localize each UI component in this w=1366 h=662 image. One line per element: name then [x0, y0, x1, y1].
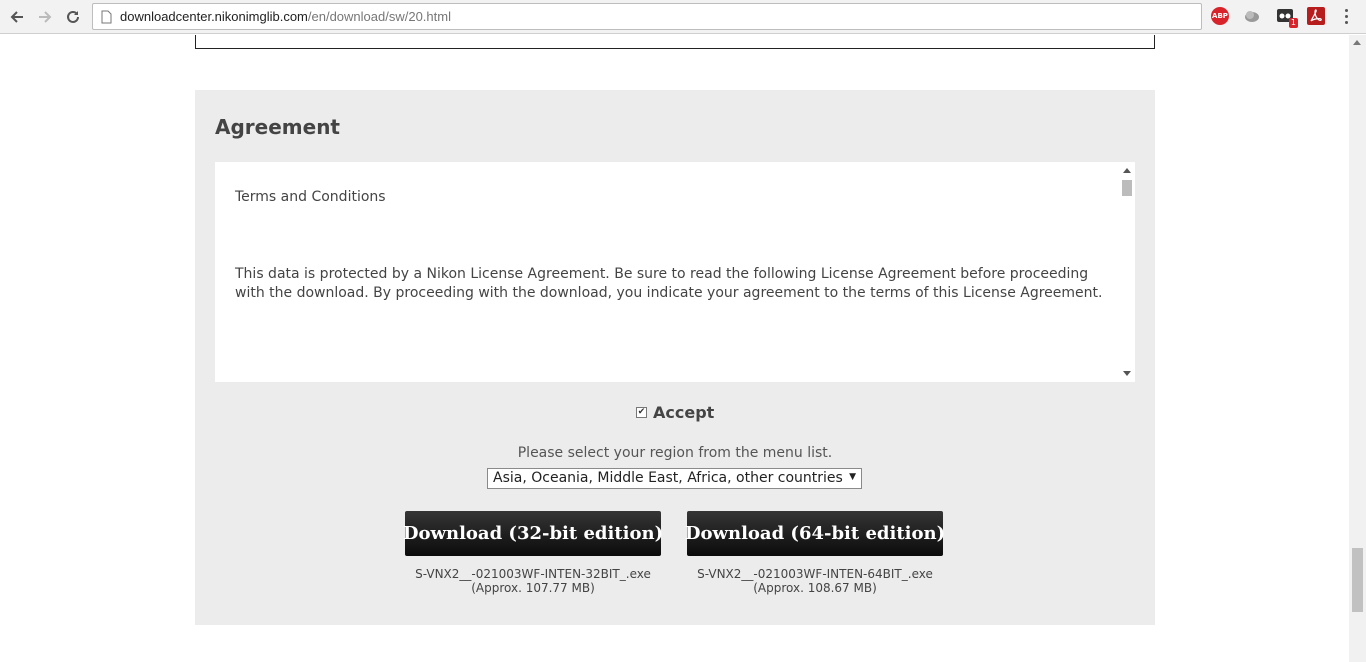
accept-checkbox-row[interactable]: ✔ Accept — [636, 403, 714, 422]
page-viewport: Agreement Terms and Conditions This data… — [0, 35, 1349, 662]
region-selected-value: Asia, Oceania, Middle East, Africa, othe… — [493, 470, 843, 486]
reload-button[interactable] — [61, 5, 85, 29]
mail-extension-icon[interactable]: 1 — [1276, 7, 1298, 28]
terms-scrollbar[interactable] — [1118, 162, 1135, 382]
region-prompt: Please select your region from the menu … — [517, 445, 833, 461]
download-32bit-filename: S-VNX2__-021003WF-INTEN-32BIT_.exe — [415, 567, 651, 581]
download-32bit-size: (Approx. 107.77 MB) — [471, 581, 595, 595]
acrobat-pdf-icon[interactable] — [1307, 7, 1325, 25]
download-64bit-button[interactable]: Download (64-bit edition) — [685, 511, 945, 556]
previous-section-box — [195, 35, 1155, 49]
page-icon — [101, 10, 112, 24]
back-button[interactable] — [5, 5, 29, 29]
browser-menu-icon[interactable] — [1345, 9, 1349, 25]
forward-arrow-icon — [39, 11, 52, 23]
forward-button[interactable] — [33, 5, 57, 29]
terms-title: Terms and Conditions — [235, 189, 386, 205]
url-path: /en/download/sw/20.html — [307, 9, 451, 24]
page-scroll-up-icon[interactable] — [1353, 40, 1361, 45]
terms-scrollbox[interactable]: Terms and Conditions This data is protec… — [215, 162, 1135, 382]
download-64bit-size: (Approx. 108.67 MB) — [753, 581, 877, 595]
page-scroll-thumb[interactable] — [1352, 548, 1363, 612]
back-arrow-icon — [10, 11, 23, 23]
region-select[interactable]: Asia, Oceania, Middle East, Africa, othe… — [487, 468, 862, 489]
scroll-up-icon[interactable] — [1123, 168, 1131, 173]
dropdown-arrow-icon: ▼ — [849, 472, 856, 482]
url-text: downloadcenter.nikonimglib.com/en/downlo… — [120, 9, 451, 24]
download-64bit-info: S-VNX2__-021003WF-INTEN-64BIT_.exe (Appr… — [665, 567, 965, 595]
abp-label: ABP — [1212, 12, 1228, 20]
scroll-down-icon[interactable] — [1123, 371, 1131, 376]
cloud-extension-icon[interactable] — [1243, 7, 1261, 25]
terms-scroll-thumb[interactable] — [1122, 180, 1132, 196]
url-host: downloadcenter.nikonimglib.com — [120, 9, 308, 24]
accept-checkbox[interactable]: ✔ — [636, 407, 647, 418]
reload-icon — [67, 10, 79, 23]
download-32bit-button[interactable]: Download (32-bit edition) — [403, 511, 663, 556]
page-scrollbar[interactable] — [1349, 35, 1366, 662]
terms-body: This data is protected by a Nikon Licens… — [235, 266, 1103, 301]
browser-toolbar: downloadcenter.nikonimglib.com/en/downlo… — [0, 0, 1366, 34]
download-32bit-info: S-VNX2__-021003WF-INTEN-32BIT_.exe (Appr… — [383, 567, 683, 595]
agreement-heading: Agreement — [215, 115, 340, 139]
download-64bit-filename: S-VNX2__-021003WF-INTEN-64BIT_.exe — [697, 567, 933, 581]
agreement-panel: Agreement Terms and Conditions This data… — [195, 90, 1155, 625]
mail-badge: 1 — [1288, 18, 1298, 28]
address-bar[interactable]: downloadcenter.nikonimglib.com/en/downlo… — [92, 3, 1202, 30]
adblock-plus-icon[interactable]: ABP — [1211, 7, 1229, 25]
accept-label: Accept — [653, 403, 715, 422]
